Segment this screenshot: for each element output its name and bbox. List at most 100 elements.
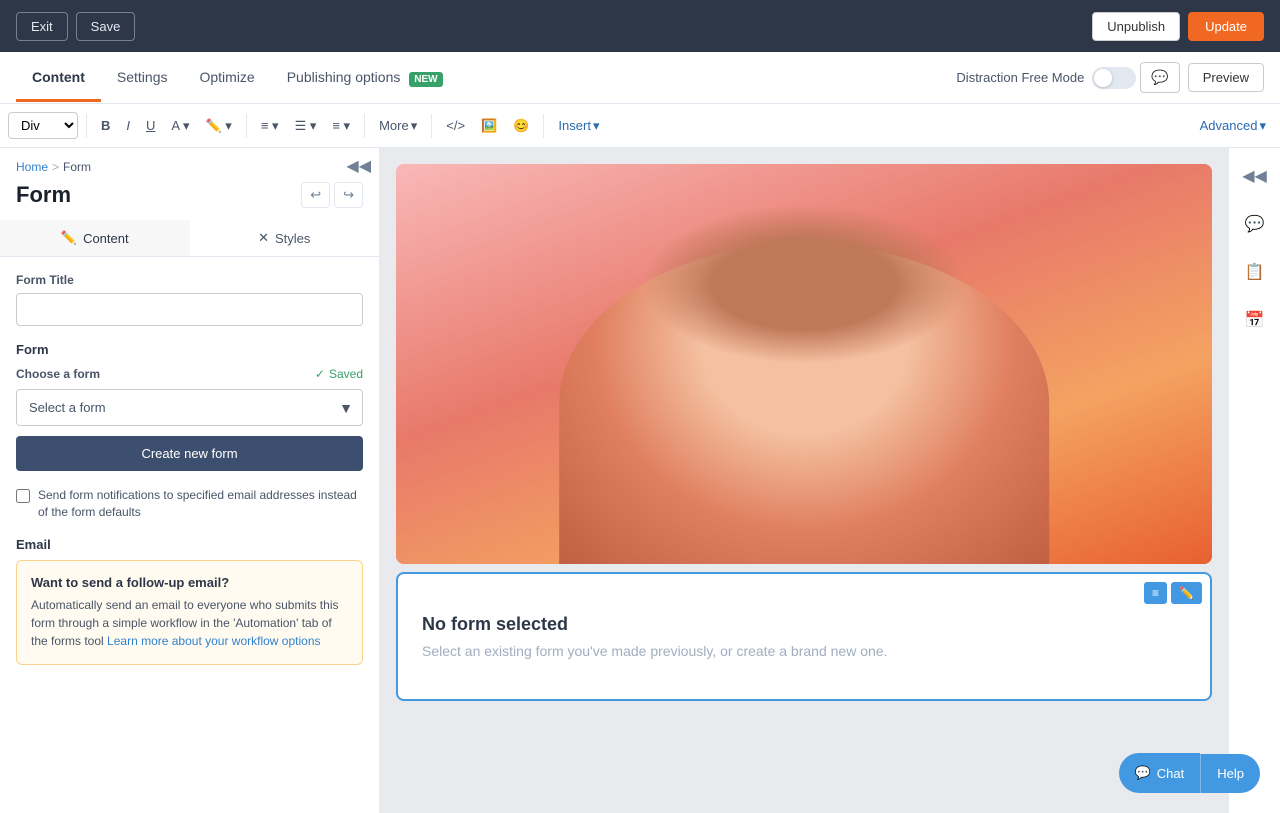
top-bar: Exit Save Unpublish Update [0,0,1280,52]
right-panel: ◀◀ 💬 📋 📅 [1228,148,1280,813]
list-button[interactable]: ☰ ▾ [289,114,323,138]
sidebar: ◀◀ Home > Form Form ↩ ↪ ✏️ Content ✕ Sty… [0,148,380,813]
sidebar-content: Form Title Form Choose a form ✓ Saved Se… [0,257,379,681]
email-promo-title: Want to send a follow-up email? [31,575,348,590]
form-title-input[interactable] [16,293,363,326]
help-button[interactable]: Help [1200,754,1260,793]
indent-button[interactable]: ≡ ▾ [326,114,356,138]
breadcrumb-separator: > [52,160,59,174]
breadcrumb: Home > Form [0,148,379,178]
form-select-wrapper: Select a form ▼ [16,389,363,426]
undo-redo-group: ↩ ↪ [301,182,363,208]
right-panel-chat-icon[interactable]: 💬 [1239,208,1271,240]
tab-content[interactable]: Content [16,55,101,102]
styles-tab-icon: ✕ [258,230,269,246]
chat-widget: 💬 Chat Help [1119,753,1260,793]
breadcrumb-home[interactable]: Home [16,160,48,174]
emoji-button[interactable]: 😊 [507,114,535,138]
content-tab-icon: ✏️ [61,230,77,246]
sidebar-tab-styles[interactable]: ✕ Styles [190,220,380,256]
saved-label: Saved [329,367,363,381]
align-button[interactable]: ≡ ▾ [255,114,285,138]
toolbar-separator-5 [543,114,544,138]
distraction-free-label: Distraction Free Mode [956,70,1084,85]
notification-checkbox-row: Send form notifications to specified ema… [16,487,363,521]
email-promo-body: Automatically send an email to everyone … [31,596,348,650]
image-button[interactable]: 🖼️ [475,114,503,138]
edit-icon: ✏️ [1179,586,1194,600]
sidebar-tab-content[interactable]: ✏️ Content [0,220,190,256]
breadcrumb-current: Form [63,160,91,174]
block-type-select[interactable]: Div [8,112,78,139]
email-promo-box: Want to send a follow-up email? Automati… [16,560,363,665]
form-section-label: Form [16,342,363,357]
top-bar-left: Exit Save [16,12,135,41]
no-form-body: Select an existing form you've made prev… [422,643,1186,659]
sidebar-collapse-button[interactable]: ◀◀ [346,156,371,176]
choose-form-label: Choose a form [16,367,100,381]
exit-button[interactable]: Exit [16,12,68,41]
chat-button[interactable]: 💬 Chat [1119,753,1201,793]
right-panel-collapse-icon[interactable]: ◀◀ [1236,160,1273,192]
saved-badge: ✓ Saved [315,367,363,381]
chat-label: Chat [1157,766,1184,781]
sidebar-title-row: Form ↩ ↪ [0,178,379,220]
insert-button[interactable]: Insert ▾ [552,114,605,138]
unpublish-button[interactable]: Unpublish [1092,12,1180,41]
preview-button[interactable]: Preview [1188,63,1264,92]
update-button[interactable]: Update [1188,12,1264,41]
form-title-label: Form Title [16,273,363,287]
create-form-button[interactable]: Create new form [16,436,363,471]
new-badge: NEW [409,72,442,87]
hero-image [396,164,1212,564]
underline-button[interactable]: U [140,114,161,137]
sidebar-title: Form [16,182,71,208]
email-promo-link[interactable]: Learn more about your workflow options [107,634,320,648]
notification-label: Send form notifications to specified ema… [38,487,363,521]
form-block-actions: ≡ ✏️ [1144,582,1202,604]
save-button[interactable]: Save [76,12,136,41]
distraction-free-switch[interactable] [1092,67,1136,89]
distraction-free-toggle: Distraction Free Mode [956,67,1136,89]
no-form-title: No form selected [422,614,1186,635]
italic-button[interactable]: I [120,114,136,137]
right-panel-clipboard-icon[interactable]: 📋 [1239,256,1271,288]
more-button[interactable]: More ▾ [373,114,423,138]
toolbar-separator-1 [86,114,87,138]
advanced-button[interactable]: Advanced ▾ [1194,114,1272,138]
sidebar-tabs: ✏️ Content ✕ Styles [0,220,379,257]
toolbar-separator-3 [364,114,365,138]
more-label: More [379,118,409,133]
check-icon: ✓ [315,367,325,381]
tab-settings[interactable]: Settings [101,55,184,102]
canvas-area: ≡ ✏️ No form selected Select an existing… [380,148,1228,813]
email-section-label: Email [16,537,363,552]
text-color-button[interactable]: A ▾ [165,114,195,138]
chat-bubble-icon: 💬 [1135,765,1151,781]
right-panel-calendar-icon[interactable]: 📅 [1239,304,1271,336]
code-button[interactable]: </> [440,114,471,137]
toolbar-separator-4 [431,114,432,138]
align-icon: ≡ [1152,586,1159,600]
form-edit-button[interactable]: ✏️ [1171,582,1202,604]
nav-tabs: Content Settings Optimize Publishing opt… [0,52,1280,104]
tab-publishing[interactable]: Publishing options NEW [271,55,459,102]
tab-optimize[interactable]: Optimize [183,55,270,102]
content-tab-label: Content [83,231,129,246]
canvas-image-block [396,164,1212,564]
toolbar: Div B I U A ▾ ✏️ ▾ ≡ ▾ ☰ ▾ ≡ ▾ More ▾ </… [0,104,1280,148]
top-bar-right: Unpublish Update [1092,12,1264,41]
bold-button[interactable]: B [95,114,116,137]
chat-toggle-button[interactable]: 💬 [1140,62,1179,93]
notification-checkbox[interactable] [16,489,30,503]
undo-button[interactable]: ↩ [301,182,330,208]
styles-tab-label: Styles [275,231,310,246]
advanced-label: Advanced [1200,118,1258,133]
main-layout: ◀◀ Home > Form Form ↩ ↪ ✏️ Content ✕ Sty… [0,148,1280,813]
highlight-button[interactable]: ✏️ ▾ [200,114,238,138]
toolbar-separator-2 [246,114,247,138]
form-select[interactable]: Select a form [16,389,363,426]
redo-button[interactable]: ↪ [334,182,363,208]
form-align-button[interactable]: ≡ [1144,582,1167,604]
canvas-form-block: ≡ ✏️ No form selected Select an existing… [396,572,1212,701]
